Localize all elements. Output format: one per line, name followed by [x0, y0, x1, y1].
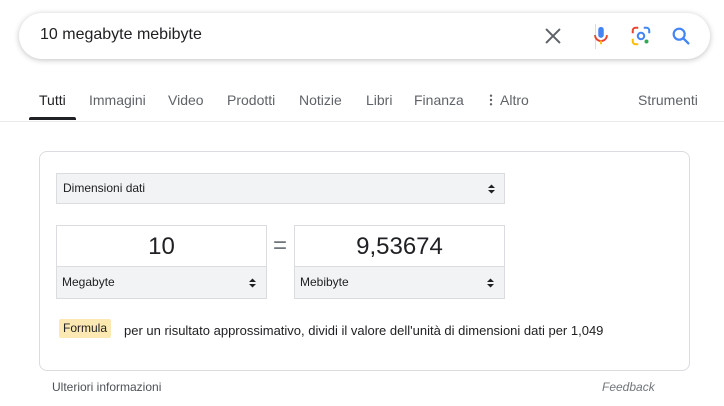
active-tab-indicator [29, 117, 76, 120]
category-select-value: Dimensioni dati [63, 181, 146, 195]
tab-altro[interactable]: Altro [488, 92, 529, 108]
from-unit-value: Megabyte [62, 275, 115, 289]
tabs-divider [0, 121, 724, 122]
equals-sign: = [273, 232, 288, 259]
select-arrows-icon [249, 278, 256, 288]
more-info-link[interactable]: Ulteriori informazioni [52, 380, 161, 394]
to-unit-value: Mebibyte [300, 275, 349, 289]
select-arrows-icon [487, 278, 494, 288]
category-select[interactable]: Dimensioni dati [56, 173, 505, 204]
microphone-icon[interactable] [590, 25, 612, 47]
close-icon[interactable] [542, 25, 564, 47]
search-input[interactable]: 10 megabyte mebibyte [40, 26, 202, 44]
search-bar[interactable]: 10 megabyte mebibyte [19, 13, 710, 59]
tab-altro-label: Altro [500, 92, 529, 108]
feedback-link[interactable]: Feedback [602, 380, 655, 394]
tools-button[interactable]: Strumenti [638, 92, 698, 108]
tab-immagini[interactable]: Immagini [89, 92, 146, 108]
tab-video[interactable]: Video [168, 92, 204, 108]
from-value-input[interactable]: 10 [57, 233, 266, 261]
to-unit-select[interactable]: Mebibyte [295, 266, 504, 298]
more-vert-icon [489, 94, 493, 106]
from-unit-select[interactable]: Megabyte [57, 266, 266, 298]
formula-text: per un risultato approssimativo, dividi … [124, 323, 604, 338]
to-converter-box: 9,53674 Mebibyte [294, 225, 505, 299]
from-converter-box: 10 Megabyte [56, 225, 267, 299]
tab-tutti[interactable]: Tutti [39, 92, 66, 108]
unit-converter-card: Dimensioni dati 10 Megabyte = 9,53674 Me… [39, 151, 690, 371]
search-icon[interactable] [670, 25, 692, 47]
select-arrows-icon [488, 184, 495, 194]
formula-badge: Formula [59, 319, 112, 338]
tab-prodotti[interactable]: Prodotti [227, 92, 275, 108]
tab-finanza[interactable]: Finanza [414, 92, 464, 108]
camera-lens-icon[interactable] [630, 25, 652, 47]
to-value-input[interactable]: 9,53674 [295, 233, 504, 261]
tab-notizie[interactable]: Notizie [299, 92, 342, 108]
search-tabs: Tutti Immagini Video Prodotti Notizie Li… [0, 80, 724, 122]
tab-libri[interactable]: Libri [366, 92, 392, 108]
